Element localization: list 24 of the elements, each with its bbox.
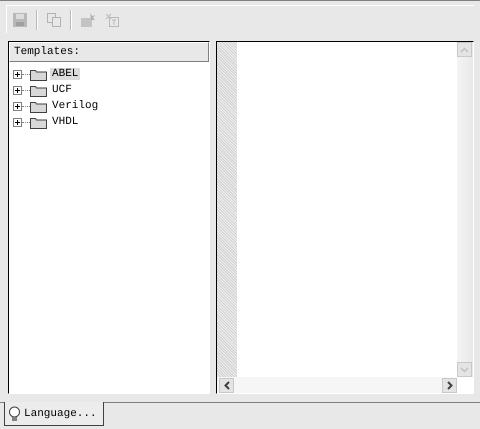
- document-icon: [104, 12, 120, 28]
- scroll-left-icon[interactable]: [219, 378, 234, 392]
- folder-icon: [30, 100, 47, 112]
- expand-toggle[interactable]: [13, 70, 22, 78]
- save-icon: [12, 12, 28, 28]
- folder-icon: [30, 68, 47, 80]
- tree-item[interactable]: ABEL: [50, 68, 80, 80]
- scroll-right-icon[interactable]: [442, 378, 457, 392]
- folder-icon: [30, 84, 47, 96]
- tree-item[interactable]: UCF: [50, 84, 74, 96]
- tree-item[interactable]: Verilog: [50, 100, 100, 112]
- expand-toggle[interactable]: [13, 86, 22, 94]
- lightbulb-icon: [8, 406, 21, 422]
- vertical-scrollbar[interactable]: [457, 42, 473, 377]
- scroll-up-icon[interactable]: [457, 42, 472, 57]
- tree-item[interactable]: VHDL: [50, 116, 80, 128]
- expand-toggle[interactable]: [13, 102, 22, 110]
- sparkle-document-icon: [80, 12, 96, 28]
- folder-icon: [30, 116, 47, 128]
- expand-toggle[interactable]: [13, 118, 22, 126]
- tab[interactable]: Language...: [4, 402, 104, 426]
- column-header: Templates:: [9, 42, 209, 62]
- horizontal-scrollbar[interactable]: [217, 377, 457, 393]
- documents-icon: [46, 12, 62, 28]
